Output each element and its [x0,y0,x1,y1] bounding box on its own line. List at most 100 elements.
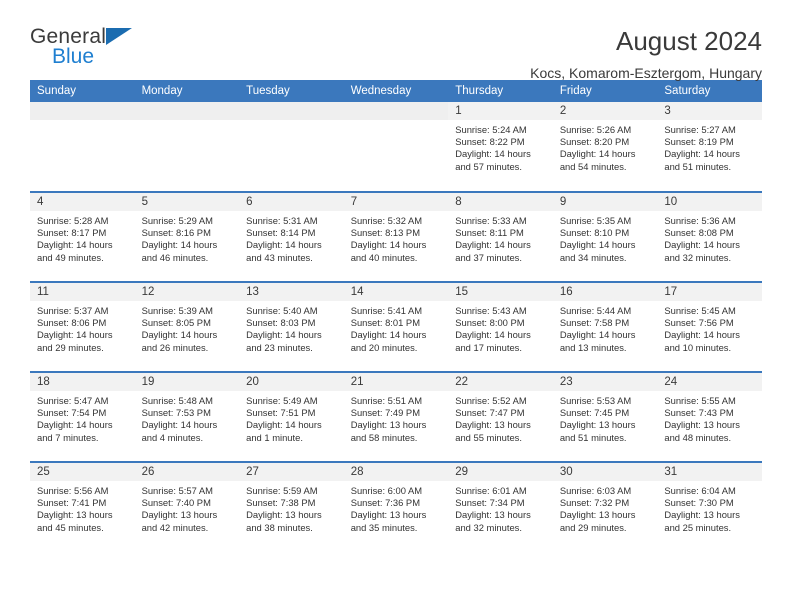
day-number: 13 [239,283,344,301]
calendar-day-empty [134,102,240,190]
sun-info: Sunrise: 5:28 AM Sunset: 8:17 PM Daylight:… [30,211,135,264]
daylight-text: Daylight: 14 hours and 1 minute. [246,419,322,443]
calendar-day-cell[interactable]: 1 Sunrise: 5:24 AM Sunset: 8:22 PM Daylight… [448,102,553,192]
sunrise-text: Sunrise: 5:47 AM [37,395,109,406]
calendar-day-cell[interactable]: 24 Sunrise: 5:55 AM Sunset: 7:43 PM Dayligh… [657,371,762,462]
calendar-day-cell[interactable]: 11 Sunrise: 5:37 AM Sunset: 8:06 PM Dayligh… [30,281,135,372]
sunset-text: Sunset: 8:00 PM [455,317,525,329]
calendar-day-cell[interactable]: 9 Sunrise: 5:35 AM Sunset: 8:10 PM Daylight… [552,191,658,282]
sunrise-text: Sunrise: 5:24 AM [455,124,527,135]
sun-info: Sunrise: 5:53 AM Sunset: 7:45 PM Daylight:… [553,391,658,444]
calendar-day: 11 Sunrise: 5:37 AM Sunset: 8:06 PM Dayligh… [30,283,135,371]
calendar-day-cell[interactable]: 5 Sunrise: 5:29 AM Sunset: 8:16 PM Daylight… [134,191,240,282]
calendar-day-cell[interactable]: 7 Sunrise: 5:32 AM Sunset: 8:13 PM Daylight… [343,191,449,282]
daylight-text: Daylight: 14 hours and 46 minutes. [141,239,218,263]
sunset-text: Sunset: 7:53 PM [141,407,211,419]
day-number: 10 [657,193,762,211]
daylight-text: Daylight: 14 hours and 10 minutes. [664,329,740,353]
calendar-day: 31 Sunrise: 6:04 AM Sunset: 7:30 PM Dayligh… [657,463,762,551]
calendar-day: 12 Sunrise: 5:39 AM Sunset: 8:05 PM Dayligh… [134,283,240,371]
sunset-text: Sunset: 7:51 PM [246,407,316,419]
calendar-day-cell[interactable]: 8 Sunrise: 5:33 AM Sunset: 8:11 PM Daylight… [448,191,553,282]
calendar-day-cell[interactable]: 20 Sunrise: 5:49 AM Sunset: 7:51 PM Dayligh… [239,371,344,462]
calendar-day: 20 Sunrise: 5:49 AM Sunset: 7:51 PM Dayligh… [239,373,344,461]
sunrise-text: Sunrise: 5:59 AM [246,485,318,496]
calendar-day-cell[interactable]: 16 Sunrise: 5:44 AM Sunset: 7:58 PM Dayligh… [552,281,658,372]
sunset-text: Sunset: 8:19 PM [664,136,734,148]
day-number: 16 [552,283,658,301]
calendar-day-empty [343,102,449,190]
calendar-day: 7 Sunrise: 5:32 AM Sunset: 8:13 PM Daylight… [343,193,449,281]
sunrise-text: Sunrise: 5:56 AM [37,485,109,496]
sun-info: Sunrise: 5:33 AM Sunset: 8:11 PM Daylight:… [448,211,553,264]
calendar-day-cell[interactable]: 30 Sunrise: 6:03 AM Sunset: 7:32 PM Dayligh… [552,461,658,552]
sunrise-text: Sunrise: 5:52 AM [455,395,527,406]
weekday-header-wednesday: Wednesday [343,80,449,102]
calendar-day-cell[interactable]: 25 Sunrise: 5:56 AM Sunset: 7:41 PM Dayligh… [30,461,135,552]
day-number: 1 [448,102,553,120]
calendar-day-cell[interactable]: 27 Sunrise: 5:59 AM Sunset: 7:38 PM Dayligh… [239,461,344,552]
sun-info: Sunrise: 5:29 AM Sunset: 8:16 PM Daylight:… [135,211,240,264]
calendar-day-cell[interactable]: 14 Sunrise: 5:41 AM Sunset: 8:01 PM Dayligh… [343,281,449,372]
calendar-day-empty [239,102,344,190]
calendar-day: 30 Sunrise: 6:03 AM Sunset: 7:32 PM Dayligh… [552,463,658,551]
calendar-day-cell[interactable]: 29 Sunrise: 6:01 AM Sunset: 7:34 PM Dayligh… [448,461,553,552]
calendar-day: 18 Sunrise: 5:47 AM Sunset: 7:54 PM Dayligh… [30,373,135,461]
calendar-day-cell[interactable]: 15 Sunrise: 5:43 AM Sunset: 8:00 PM Dayligh… [448,281,553,372]
daylight-text: Daylight: 14 hours and 4 minutes. [141,419,218,443]
calendar-day-cell[interactable]: 2 Sunrise: 5:26 AM Sunset: 8:20 PM Daylight… [552,102,658,192]
calendar-day-cell[interactable]: 26 Sunrise: 5:57 AM Sunset: 7:40 PM Dayligh… [134,461,240,552]
calendar-day-cell[interactable]: 3 Sunrise: 5:27 AM Sunset: 8:19 PM Daylight… [657,102,762,192]
daylight-text: Daylight: 14 hours and 29 minutes. [37,329,113,353]
calendar-day-cell[interactable]: 23 Sunrise: 5:53 AM Sunset: 7:45 PM Dayligh… [552,371,658,462]
day-number: 11 [30,283,135,301]
calendar-day: 27 Sunrise: 5:59 AM Sunset: 7:38 PM Dayligh… [239,463,344,551]
weekday-header-tuesday: Tuesday [239,80,344,102]
sunset-text: Sunset: 8:08 PM [664,227,734,239]
calendar-day-cell[interactable]: 21 Sunrise: 5:51 AM Sunset: 7:49 PM Dayligh… [343,371,449,462]
calendar-day-cell[interactable]: 4 Sunrise: 5:28 AM Sunset: 8:17 PM Daylight… [30,191,135,282]
logo-text-blue: Blue [52,45,95,68]
sun-info: Sunrise: 5:56 AM Sunset: 7:41 PM Daylight:… [30,481,135,534]
sun-info: Sunrise: 5:31 AM Sunset: 8:14 PM Daylight:… [239,211,344,264]
calendar-day-cell[interactable]: 6 Sunrise: 5:31 AM Sunset: 8:14 PM Daylight… [239,191,344,282]
calendar-day-cell[interactable]: 12 Sunrise: 5:39 AM Sunset: 8:05 PM Dayligh… [134,281,240,372]
calendar-day-cell[interactable]: 17 Sunrise: 5:45 AM Sunset: 7:56 PM Dayligh… [657,281,762,372]
sunrise-text: Sunrise: 5:26 AM [559,124,632,135]
title-block: August 2024 Kocs, Komarom-Esztergom, Hun… [530,26,762,82]
calendar-day: 29 Sunrise: 6:01 AM Sunset: 7:34 PM Dayligh… [448,463,553,551]
calendar-day-cell[interactable]: 19 Sunrise: 5:48 AM Sunset: 7:53 PM Dayligh… [134,371,240,462]
daylight-text: Daylight: 14 hours and 49 minutes. [37,239,113,263]
sun-info: Sunrise: 5:47 AM Sunset: 7:54 PM Daylight:… [30,391,135,444]
calendar-day-cell[interactable] [134,102,240,192]
sun-info: Sunrise: 5:36 AM Sunset: 8:08 PM Daylight:… [657,211,762,264]
sunrise-text: Sunrise: 5:40 AM [246,305,318,316]
calendar-day-cell[interactable]: 28 Sunrise: 6:00 AM Sunset: 7:36 PM Dayligh… [343,461,449,552]
daylight-text: Daylight: 14 hours and 17 minutes. [455,329,531,353]
sun-info: Sunrise: 5:41 AM Sunset: 8:01 PM Daylight:… [344,301,449,354]
calendar-day: 16 Sunrise: 5:44 AM Sunset: 7:58 PM Dayligh… [552,283,658,371]
sunrise-text: Sunrise: 5:36 AM [664,215,736,226]
calendar-day-cell[interactable]: 22 Sunrise: 5:52 AM Sunset: 7:47 PM Dayligh… [448,371,553,462]
calendar-day-cell[interactable] [30,102,135,192]
day-number: 24 [657,373,762,391]
weekday-header-row: Sunday Monday Tuesday Wednesday Thursday… [30,80,762,102]
logo[interactable]: General Blue [30,26,150,76]
sunrise-text: Sunrise: 6:00 AM [350,485,423,496]
calendar-day-cell[interactable]: 18 Sunrise: 5:47 AM Sunset: 7:54 PM Dayligh… [30,371,135,462]
daylight-text: Daylight: 13 hours and 25 minutes. [664,509,740,533]
day-number: 6 [239,193,344,211]
sunset-text: Sunset: 8:03 PM [246,317,316,329]
calendar-day-cell[interactable] [343,102,449,192]
calendar-day-cell[interactable]: 13 Sunrise: 5:40 AM Sunset: 8:03 PM Dayligh… [239,281,344,372]
calendar-day: 28 Sunrise: 6:00 AM Sunset: 7:36 PM Dayligh… [343,463,449,551]
sunset-text: Sunset: 8:06 PM [37,317,107,329]
day-number: 2 [552,102,658,120]
calendar-day-cell[interactable]: 31 Sunrise: 6:04 AM Sunset: 7:30 PM Dayligh… [657,461,762,552]
calendar-day-cell[interactable] [239,102,344,192]
calendar-day-cell[interactable]: 10 Sunrise: 5:36 AM Sunset: 8:08 PM Dayligh… [657,191,762,282]
day-number: 30 [552,463,658,481]
day-number: 8 [448,193,553,211]
sunset-text: Sunset: 7:32 PM [559,497,630,509]
sunrise-text: Sunrise: 5:51 AM [350,395,423,406]
